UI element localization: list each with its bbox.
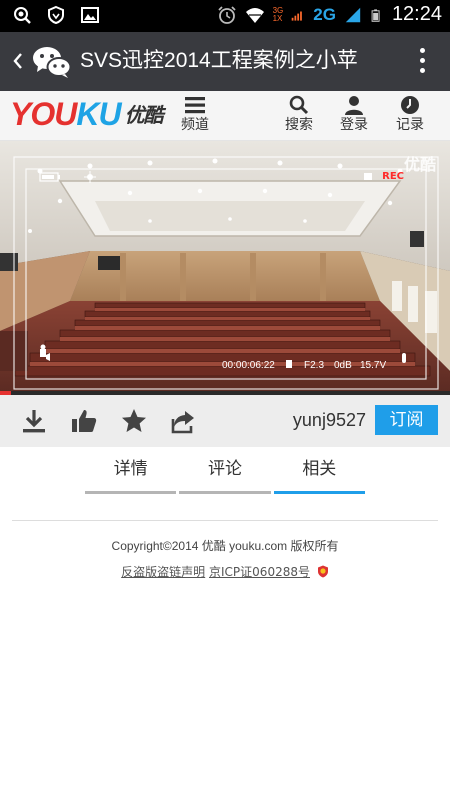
copyright-text: Copyright©2014 优酷 youku.com 版权所有 [111,539,339,553]
thumbs-up-icon[interactable] [70,407,98,435]
nav-login-button[interactable]: 登录 [332,95,376,139]
tab-bar: 详情 评论 相关 [85,448,365,494]
tab-related[interactable]: 相关 [273,448,365,494]
video-watermark: 优酷 [403,155,436,174]
clock: 12:24 [391,3,442,25]
clock-icon [401,96,419,114]
police-badge-icon [317,565,328,578]
tab-details[interactable]: 详情 [85,448,177,494]
footer-links: 反盗版盗链声明 京ICP证060288号 [0,563,450,581]
shield-icon [48,5,64,25]
menu-icon [185,97,205,114]
nav-history-button[interactable]: 记录 [388,95,432,139]
more-vertical-icon[interactable] [418,48,426,76]
logo-you-text: YOU [10,96,77,132]
battery-icon [371,8,380,22]
image-icon [81,7,99,23]
video-fstop: F2.3 [304,360,325,371]
search-icon [289,95,309,115]
video-timecode: 00:00:06:22 [222,360,275,371]
divider [12,520,438,521]
subscribe-button[interactable]: 订阅 [375,405,438,435]
nav-channels-label: 频道 [181,117,209,133]
network-1x-label: 1X [272,13,283,23]
youku-nav-bar: YOU KU 优酷 频道 搜索 登录 记录 [0,91,450,141]
search-icon [14,7,31,24]
wechat-logo-icon [33,47,72,78]
uploader-name[interactable]: yunj9527 [293,407,366,433]
back-chevron-icon[interactable] [8,48,28,74]
tab-comments[interactable]: 评论 [179,448,271,494]
piracy-statement-link[interactable]: 反盗版盗链声明 [121,565,205,579]
nav-channels-button[interactable]: 频道 [173,95,217,139]
share-icon[interactable] [169,407,197,435]
nav-history-label: 记录 [396,117,424,133]
video-audio-level: 0dB [334,360,352,371]
signal-icon [345,7,361,22]
signal-bars-orange-icon [291,11,303,21]
video-action-bar: yunj9527 订阅 [0,395,450,447]
nav-search-label: 搜索 [285,117,313,133]
star-icon[interactable] [120,407,148,435]
logo-cn-text: 优酷 [124,105,164,127]
alarm-icon [217,5,236,24]
page-title: SVS迅控2014工程案例之小苹 [80,49,358,72]
video-voltage: 15.7V [360,360,387,371]
network-2g-label: 2G [313,4,336,24]
status-bar: 3G 1X 2G 12:24 [0,0,450,32]
nav-search-button[interactable]: 搜索 [277,95,321,139]
wifi-icon [245,7,264,23]
user-icon [345,96,363,115]
wechat-header: SVS迅控2014工程案例之小苹 [0,32,450,91]
nav-login-label: 登录 [340,117,368,133]
logo-ku-text: KU [76,96,121,132]
rec-indicator: REC [382,171,404,182]
icp-license-link[interactable]: 京ICP证060288号 [209,565,310,579]
download-icon[interactable] [20,407,48,435]
youku-logo[interactable]: YOU KU 优酷 [10,96,164,132]
video-player[interactable]: 优酷 REC 00:00:06:22 F2.3 0dB 15.7V [0,141,450,395]
